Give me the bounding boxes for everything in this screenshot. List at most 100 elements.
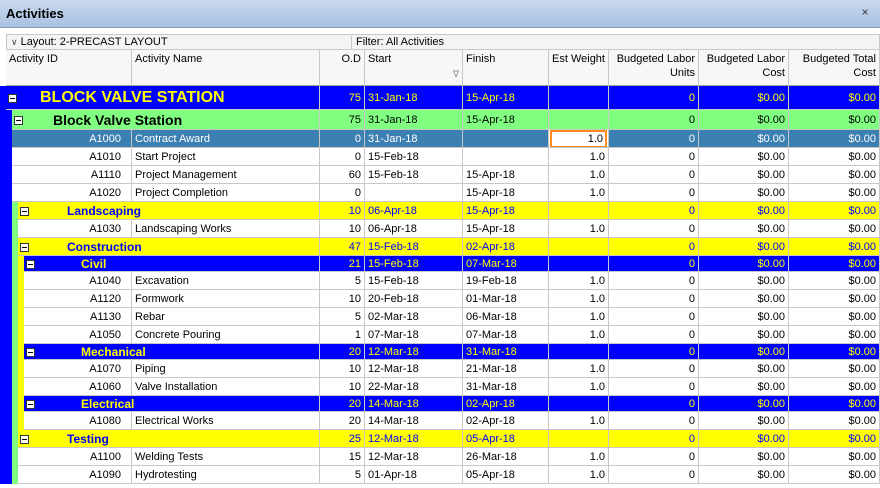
tcost-cell[interactable]: $0.00 <box>789 148 880 166</box>
units-cell[interactable]: 0 <box>609 256 699 272</box>
activity-row[interactable]: A1110 Project Management 60 15-Feb-18 15-Apr… <box>0 166 880 184</box>
start-cell[interactable]: 06-Apr-18 <box>365 220 463 238</box>
layout-selector[interactable]: ∨ Layout: 2-PRECAST LAYOUT <box>11 36 168 48</box>
finish-cell[interactable] <box>463 148 549 166</box>
tcost-cell[interactable]: $0.00 <box>789 202 880 220</box>
wbs-row[interactable]: BLOCK VALVE STATION 75 31-Jan-18 15-Apr-18 0… <box>0 86 880 110</box>
units-cell[interactable]: 0 <box>609 166 699 184</box>
activity-row[interactable]: A1020 Project Completion 0 15-Apr-18 1.0 0 $0.… <box>0 184 880 202</box>
tcost-cell[interactable]: $0.00 <box>789 272 880 290</box>
od-cell[interactable]: 10 <box>320 202 365 220</box>
activity-id-cell[interactable]: A1110 <box>12 166 132 184</box>
units-cell[interactable]: 0 <box>609 184 699 202</box>
od-cell[interactable]: 20 <box>320 344 365 360</box>
finish-cell[interactable]: 02-Apr-18 <box>463 238 549 256</box>
activity-id-cell[interactable]: A1010 <box>12 148 132 166</box>
tcost-cell[interactable]: $0.00 <box>789 238 880 256</box>
filter-label[interactable]: Filter: All Activities <box>351 36 444 50</box>
finish-cell[interactable]: 19-Feb-18 <box>463 272 549 290</box>
collapse-icon[interactable] <box>26 399 35 409</box>
start-cell[interactable]: 12-Mar-18 <box>365 430 463 448</box>
finish-cell[interactable]: 01-Mar-18 <box>463 290 549 308</box>
wbs-row[interactable]: Block Valve Station 75 31-Jan-18 15-Apr-18 0… <box>0 110 880 130</box>
start-cell[interactable]: 22-Mar-18 <box>365 378 463 396</box>
activity-name-cell[interactable]: Start Project <box>132 148 320 166</box>
activity-row[interactable]: A1010 Start Project 0 15-Feb-18 1.0 0 $0.00 $0.… <box>0 148 880 166</box>
lcost-cell[interactable]: $0.00 <box>699 130 789 148</box>
tcost-cell[interactable]: $0.00 <box>789 360 880 378</box>
activity-row[interactable]: A1130 Rebar 5 02-Mar-18 06-Mar-18 1.0 0 $0.00 $0… <box>0 308 880 326</box>
start-cell[interactable]: 12-Mar-18 <box>365 344 463 360</box>
od-cell[interactable]: 47 <box>320 238 365 256</box>
finish-cell[interactable]: 21-Mar-18 <box>463 360 549 378</box>
tcost-cell[interactable]: $0.00 <box>789 86 880 110</box>
activity-row[interactable]: A1080 Electrical Works 20 14-Mar-18 02-Apr-1… <box>0 412 880 430</box>
start-cell[interactable]: 31-Jan-18 <box>365 110 463 130</box>
activity-id-cell[interactable]: A1040 <box>24 272 132 290</box>
tcost-cell[interactable]: $0.00 <box>789 166 880 184</box>
weight-cell[interactable]: 1.0 <box>549 326 609 344</box>
lcost-cell[interactable]: $0.00 <box>699 396 789 412</box>
start-cell[interactable]: 14-Mar-18 <box>365 396 463 412</box>
tcost-cell[interactable]: $0.00 <box>789 466 880 484</box>
wbs-name-cell[interactable]: Construction <box>18 238 320 256</box>
od-cell[interactable]: 10 <box>320 378 365 396</box>
od-cell[interactable]: 10 <box>320 220 365 238</box>
weight-cell[interactable]: 1.0 <box>549 130 609 148</box>
activity-row[interactable]: A1060 Valve Installation 10 22-Mar-18 31-Mar… <box>0 378 880 396</box>
activity-name-cell[interactable]: Welding Tests <box>132 448 320 466</box>
collapse-icon[interactable] <box>14 115 23 125</box>
collapse-icon[interactable] <box>26 259 35 269</box>
collapse-icon[interactable] <box>8 93 17 103</box>
finish-cell[interactable]: 05-Apr-18 <box>463 430 549 448</box>
od-cell[interactable]: 0 <box>320 184 365 202</box>
activity-row[interactable]: A1070 Piping 10 12-Mar-18 21-Mar-18 1.0 0 $0.00… <box>0 360 880 378</box>
tcost-cell[interactable]: $0.00 <box>789 344 880 360</box>
lcost-cell[interactable]: $0.00 <box>699 148 789 166</box>
column-header-budgeted-total-cost[interactable]: Budgeted Total Cost <box>789 50 880 86</box>
wbs-row[interactable]: Landscaping 10 06-Apr-18 15-Apr-18 0 $0.00 $0.… <box>0 202 880 220</box>
wbs-name-cell[interactable]: Block Valve Station <box>12 110 320 130</box>
weight-cell[interactable]: 1.0 <box>549 466 609 484</box>
od-cell[interactable]: 75 <box>320 86 365 110</box>
activity-row[interactable]: A1000 Contract Award 0 31-Jan-18 1.0 0 $0.00 $0… <box>0 130 880 148</box>
units-cell[interactable]: 0 <box>609 360 699 378</box>
units-cell[interactable]: 0 <box>609 238 699 256</box>
tcost-cell[interactable]: $0.00 <box>789 308 880 326</box>
units-cell[interactable]: 0 <box>609 430 699 448</box>
lcost-cell[interactable]: $0.00 <box>699 290 789 308</box>
units-cell[interactable]: 0 <box>609 448 699 466</box>
activity-id-cell[interactable]: A1020 <box>12 184 132 202</box>
od-cell[interactable]: 5 <box>320 272 365 290</box>
units-cell[interactable]: 0 <box>609 326 699 344</box>
weight-cell[interactable]: 1.0 <box>549 220 609 238</box>
finish-cell[interactable]: 15-Apr-18 <box>463 86 549 110</box>
start-cell[interactable]: 12-Mar-18 <box>365 360 463 378</box>
lcost-cell[interactable]: $0.00 <box>699 466 789 484</box>
finish-cell[interactable]: 02-Apr-18 <box>463 412 549 430</box>
lcost-cell[interactable]: $0.00 <box>699 220 789 238</box>
wbs-row[interactable]: Civil 21 15-Feb-18 07-Mar-18 0 $0.00 $0.00 <box>0 256 880 272</box>
weight-cell[interactable] <box>549 110 609 130</box>
activity-name-cell[interactable]: Landscaping Works <box>132 220 320 238</box>
wbs-name-cell[interactable]: Mechanical <box>24 344 320 360</box>
od-cell[interactable]: 10 <box>320 290 365 308</box>
activity-name-cell[interactable]: Excavation <box>132 272 320 290</box>
start-cell[interactable]: 15-Feb-18 <box>365 148 463 166</box>
finish-cell[interactable]: 07-Mar-18 <box>463 256 549 272</box>
wbs-row[interactable]: Testing 25 12-Mar-18 05-Apr-18 0 $0.00 $0.00 <box>0 430 880 448</box>
collapse-icon[interactable] <box>20 434 29 444</box>
weight-cell[interactable] <box>549 86 609 110</box>
collapse-icon[interactable] <box>20 206 29 216</box>
activity-name-cell[interactable]: Formwork <box>132 290 320 308</box>
od-cell[interactable]: 5 <box>320 466 365 484</box>
tcost-cell[interactable]: $0.00 <box>789 378 880 396</box>
tcost-cell[interactable]: $0.00 <box>789 326 880 344</box>
start-cell[interactable]: 02-Mar-18 <box>365 308 463 326</box>
weight-cell[interactable] <box>549 202 609 220</box>
start-cell[interactable]: 15-Feb-18 <box>365 272 463 290</box>
lcost-cell[interactable]: $0.00 <box>699 184 789 202</box>
wbs-name-cell[interactable]: BLOCK VALVE STATION <box>6 86 320 110</box>
units-cell[interactable]: 0 <box>609 148 699 166</box>
weight-cell[interactable]: 1.0 <box>549 412 609 430</box>
